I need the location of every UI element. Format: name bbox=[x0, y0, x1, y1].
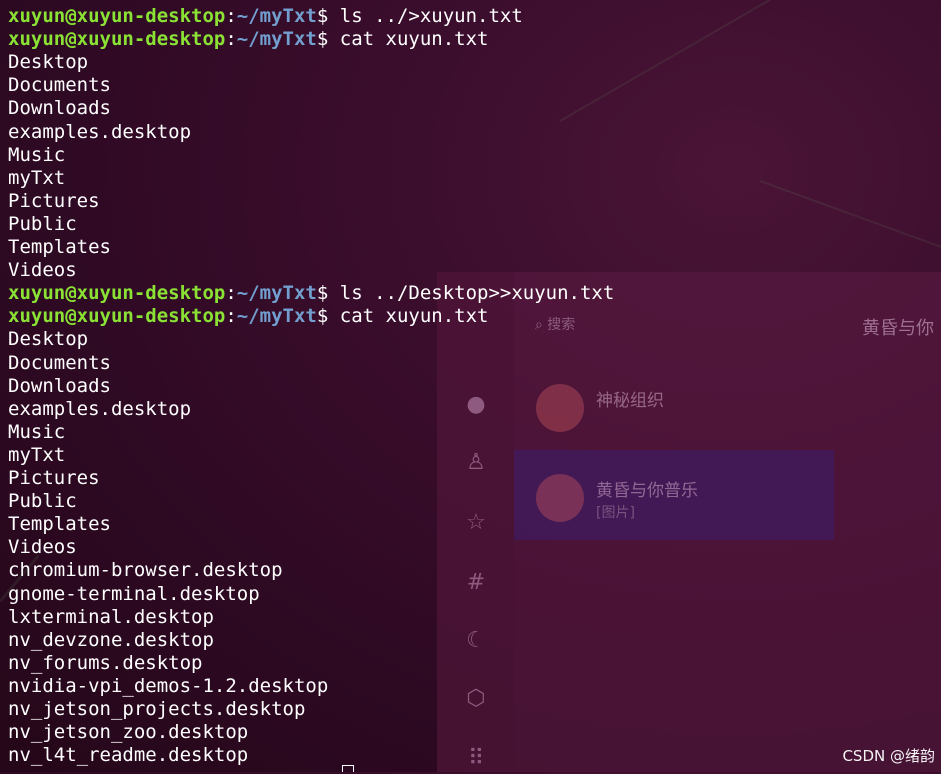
output-text: Videos bbox=[8, 536, 77, 559]
text-cursor bbox=[342, 765, 354, 772]
prompt-symbol: $ bbox=[316, 28, 340, 51]
prompt-path: ~/myTxt bbox=[236, 5, 317, 27]
output-text: Videos bbox=[8, 259, 77, 282]
prompt-path: ~/myTxt bbox=[236, 28, 317, 51]
output-text: myTxt bbox=[8, 166, 66, 189]
output-line: Videos bbox=[8, 536, 77, 559]
prompt-line: xuyun@xuyun-desktop:~/myTxt$ ls ../>xuyu… bbox=[8, 5, 523, 28]
command-text: cat xuyun.txt bbox=[339, 305, 489, 328]
output-text: myTxt bbox=[8, 443, 66, 466]
output-text: nv_jetson_zoo.desktop bbox=[8, 721, 249, 744]
output-text: Documents bbox=[8, 74, 111, 97]
prompt-line: xuyun@xuyun-desktop:~/myTxt$ cat xuyun.t… bbox=[8, 305, 488, 328]
output-line: nv_devzone.desktop bbox=[8, 629, 214, 652]
output-text: examples.desktop bbox=[8, 120, 192, 143]
terminal-output[interactable]: xuyun@xuyun-desktop:~/myTxt$ ls ../>xuyu… bbox=[0, 0, 941, 772]
output-line: Public bbox=[8, 213, 77, 236]
output-text: Downloads bbox=[8, 97, 111, 120]
output-text: gnome-terminal.desktop bbox=[8, 582, 260, 605]
output-line: lxterminal.desktop bbox=[8, 606, 214, 629]
output-line: Downloads bbox=[8, 97, 111, 120]
prompt-path: ~/myTxt bbox=[236, 305, 317, 328]
output-line: nv_jetson_projects.desktop bbox=[8, 698, 305, 721]
prompt-separator: : bbox=[225, 282, 237, 305]
output-text: Templates bbox=[8, 236, 111, 258]
output-text: examples.desktop bbox=[8, 397, 192, 420]
prompt-user: xuyun@xuyun-desktop bbox=[8, 282, 226, 305]
prompt-user: xuyun@xuyun-desktop bbox=[8, 305, 226, 328]
output-line: nv_l4t_readme.desktop bbox=[8, 744, 248, 767]
prompt-path: ~/myTxt bbox=[236, 282, 317, 305]
output-text: Pictures bbox=[8, 189, 100, 212]
prompt-symbol: $ bbox=[316, 282, 340, 305]
output-line: Pictures bbox=[8, 190, 100, 213]
prompt-symbol: $ bbox=[316, 5, 340, 27]
output-line: gnome-terminal.desktop bbox=[8, 583, 260, 606]
output-line: Documents bbox=[8, 352, 111, 375]
output-line: Desktop bbox=[8, 51, 88, 74]
output-line: Documents bbox=[8, 74, 111, 97]
output-text: lxterminal.desktop bbox=[8, 605, 214, 628]
output-line: myTxt bbox=[8, 167, 65, 190]
prompt-separator: : bbox=[225, 305, 237, 328]
output-line: Videos bbox=[8, 259, 77, 282]
output-text: Templates bbox=[8, 513, 111, 536]
output-text: nvidia-vpi_demos-1.2.desktop bbox=[8, 674, 329, 697]
output-line: Downloads bbox=[8, 375, 111, 398]
prompt-symbol: $ bbox=[316, 305, 340, 328]
output-line: examples.desktop bbox=[8, 398, 191, 421]
output-line: myTxt bbox=[8, 444, 65, 467]
output-line: chromium-browser.desktop bbox=[8, 559, 283, 582]
output-line: nv_jetson_zoo.desktop bbox=[8, 721, 248, 744]
output-line: Desktop bbox=[8, 328, 88, 351]
watermark: CSDN @绪韵 bbox=[842, 747, 935, 765]
output-text: Desktop bbox=[8, 328, 89, 351]
output-line: Templates bbox=[8, 236, 111, 259]
command-text: ls ../>xuyun.txt bbox=[339, 5, 523, 27]
prompt-separator: : bbox=[225, 5, 237, 27]
prompt-user: xuyun@xuyun-desktop bbox=[8, 28, 226, 51]
output-text: Desktop bbox=[8, 51, 89, 74]
output-text: Downloads bbox=[8, 374, 111, 397]
prompt-user: xuyun@xuyun-desktop bbox=[8, 5, 226, 27]
output-text: Pictures bbox=[8, 467, 100, 489]
command-text: ls ../Desktop>>xuyun.txt bbox=[339, 282, 615, 305]
output-line: Pictures bbox=[8, 467, 100, 490]
output-text: Music bbox=[8, 143, 66, 166]
output-line: examples.desktop bbox=[8, 121, 191, 144]
output-text: Public bbox=[8, 490, 77, 513]
output-text: Public bbox=[8, 212, 77, 235]
output-text: Music bbox=[8, 420, 66, 443]
prompt-separator: : bbox=[225, 28, 237, 51]
output-text: chromium-browser.desktop bbox=[8, 559, 283, 582]
output-line: Music bbox=[8, 144, 65, 167]
output-text: nv_forums.desktop bbox=[8, 651, 203, 674]
output-text: nv_jetson_projects.desktop bbox=[8, 698, 306, 720]
output-line: Music bbox=[8, 421, 65, 444]
prompt-line: xuyun@xuyun-desktop:~/myTxt$ ls ../Deskt… bbox=[8, 282, 614, 305]
output-text: nv_devzone.desktop bbox=[8, 628, 214, 651]
output-line: nvidia-vpi_demos-1.2.desktop bbox=[8, 675, 328, 698]
output-line: Templates bbox=[8, 513, 111, 536]
prompt-line: xuyun@xuyun-desktop:~/myTxt$ cat xuyun.t… bbox=[8, 28, 488, 51]
output-text: Documents bbox=[8, 351, 111, 374]
output-line: Public bbox=[8, 490, 77, 513]
command-text: cat xuyun.txt bbox=[339, 28, 489, 51]
output-text: nv_l4t_readme.desktop bbox=[8, 744, 249, 767]
output-line: nv_forums.desktop bbox=[8, 652, 202, 675]
